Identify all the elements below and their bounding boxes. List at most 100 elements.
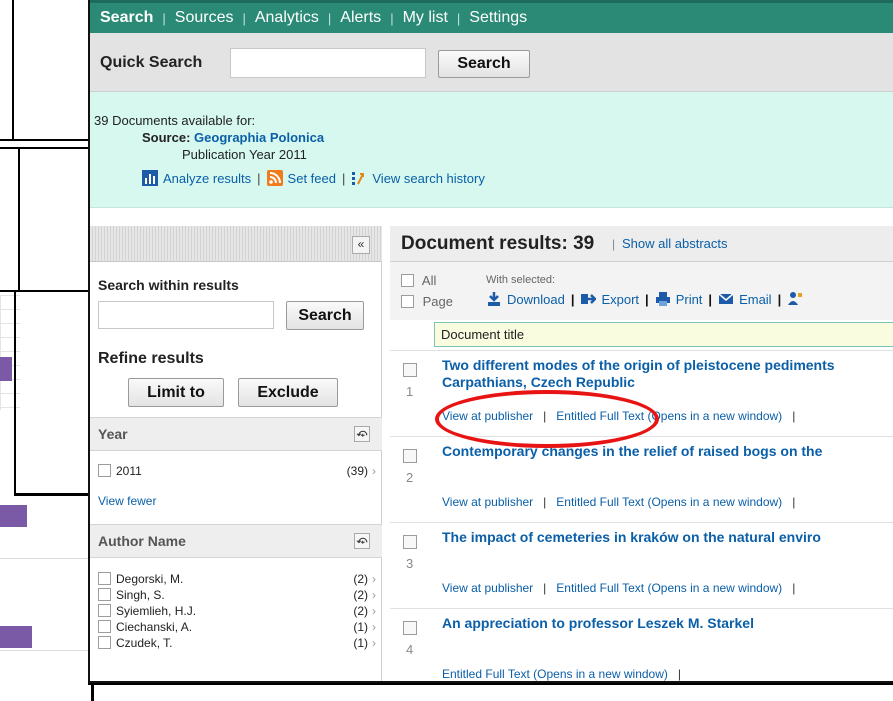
document-title-column[interactable]: Document title — [434, 322, 893, 347]
nav-alerts[interactable]: Alerts — [340, 9, 381, 27]
refine-sidebar: « Search within results Search Refine re… — [90, 226, 382, 681]
document-title-link[interactable]: Contemporary changes in the relief of ra… — [442, 443, 893, 460]
sidebar-header: « — [90, 226, 382, 262]
bg-purple-bar — [0, 626, 32, 648]
document-links: View at publisher | Entitled Full Text (Op… — [442, 581, 805, 595]
nav-analytics[interactable]: Analytics — [255, 9, 319, 27]
search-info-panel: 39 Documents available for: Source: Geog… — [90, 92, 893, 208]
rss-feed-icon[interactable] — [266, 170, 283, 186]
select-all[interactable]: All — [401, 273, 436, 288]
collapse-sidebar-button[interactable]: « — [352, 236, 370, 254]
bulk-actions: Download | Export | Print | Email | — [486, 291, 808, 307]
result-row: 4 An appreciation to professor Leszek M.… — [390, 608, 893, 681]
search-within-button[interactable]: Search — [286, 301, 364, 330]
year-facet-title: Year — [98, 426, 128, 442]
view-at-publisher-link[interactable]: View at publisher — [442, 495, 533, 509]
quick-search-button[interactable]: Search — [438, 50, 530, 78]
email-icon[interactable] — [718, 291, 734, 307]
view-at-publisher-link[interactable]: View at publisher — [442, 581, 533, 595]
chevron-right-icon[interactable]: › — [372, 572, 376, 586]
view-at-publisher-link[interactable]: View at publisher — [442, 409, 533, 423]
facet-item[interactable]: Syiemlieh, H.J. (2) › — [98, 604, 376, 618]
download-icon[interactable] — [486, 291, 502, 307]
view-fewer-link[interactable]: View fewer — [98, 494, 156, 508]
document-title-link[interactable]: The impact of cemeteries in kraków on th… — [442, 529, 893, 546]
chevron-right-icon[interactable]: › — [372, 636, 376, 650]
full-text-link[interactable]: Entitled Full Text (Opens in a new windo… — [556, 495, 782, 509]
chevron-right-icon[interactable]: › — [372, 604, 376, 618]
search-history-icon[interactable] — [351, 170, 367, 186]
bg-separator — [0, 558, 88, 559]
author-facet-header[interactable]: Author Name ⤽ — [90, 524, 382, 558]
separator: | — [777, 291, 782, 307]
facet-item[interactable]: Singh, S. (2) › — [98, 588, 376, 602]
separator: | — [677, 667, 682, 681]
facet-checkbox[interactable] — [98, 604, 111, 617]
select-all-checkbox[interactable] — [401, 274, 414, 287]
export-icon[interactable] — [580, 291, 598, 307]
chevron-right-icon[interactable]: › — [372, 464, 376, 478]
limit-to-button[interactable]: Limit to — [128, 378, 224, 407]
view-search-history-link[interactable]: View search history — [372, 171, 484, 186]
chevron-right-icon[interactable]: › — [372, 620, 376, 634]
separator: | — [708, 291, 713, 307]
print-icon[interactable] — [655, 291, 671, 307]
facet-count: (1) — [353, 620, 368, 634]
bg-border-line — [14, 493, 88, 496]
print-link[interactable]: Print — [676, 292, 703, 307]
author-facet-title: Author Name — [98, 533, 186, 549]
select-page[interactable]: Page — [401, 294, 453, 309]
facet-item[interactable]: Degorski, M. (2) › — [98, 572, 376, 586]
search-within-input[interactable] — [98, 301, 274, 329]
facet-checkbox[interactable] — [98, 464, 111, 477]
row-number: 1 — [406, 384, 414, 399]
row-checkbox[interactable] — [403, 621, 417, 635]
document-title-link[interactable]: An appreciation to professor Leszek M. S… — [442, 615, 893, 632]
analyze-results-link[interactable]: Analyze results — [163, 171, 251, 186]
row-number: 2 — [406, 470, 414, 485]
collapse-facet-icon[interactable]: ⤽ — [354, 426, 370, 442]
chevron-right-icon[interactable]: › — [372, 588, 376, 602]
exclude-button[interactable]: Exclude — [238, 378, 338, 407]
facet-item[interactable]: Ciechanski, A. (1) › — [98, 620, 376, 634]
export-link[interactable]: Export — [601, 292, 639, 307]
facet-checkbox[interactable] — [98, 636, 111, 649]
set-feed-link[interactable]: Set feed — [288, 171, 336, 186]
document-results: Document results: 39 | Show all abstract… — [390, 226, 893, 681]
facet-checkbox[interactable] — [98, 572, 111, 585]
facet-count: (1) — [353, 636, 368, 650]
full-text-link[interactable]: Entitled Full Text (Opens in a new windo… — [442, 667, 668, 681]
facet-count: (2) — [353, 604, 368, 618]
full-text-link[interactable]: Entitled Full Text (Opens in a new windo… — [556, 409, 782, 423]
download-link[interactable]: Download — [507, 292, 565, 307]
full-text-link[interactable]: Entitled Full Text (Opens in a new windo… — [556, 581, 782, 595]
facet-checkbox[interactable] — [98, 620, 111, 633]
facet-item[interactable]: 2011 (39) › — [98, 464, 376, 478]
nav-separator: | — [162, 10, 166, 26]
result-row: 2 Contemporary changes in the relief of … — [390, 436, 893, 522]
publication-year: Publication Year 2011 — [182, 147, 307, 162]
nav-my-list[interactable]: My list — [403, 9, 448, 27]
bar-chart-icon[interactable] — [142, 170, 158, 186]
results-header: Document results: 39 | Show all abstract… — [390, 226, 893, 262]
facet-item[interactable]: Czudek, T. (1) › — [98, 636, 376, 650]
email-link[interactable]: Email — [739, 292, 772, 307]
nav-settings[interactable]: Settings — [469, 9, 527, 27]
nav-sources[interactable]: Sources — [175, 9, 234, 27]
quick-search-input[interactable] — [230, 48, 426, 78]
row-checkbox[interactable] — [403, 449, 417, 463]
row-checkbox[interactable] — [403, 535, 417, 549]
facet-checkbox[interactable] — [98, 588, 111, 601]
separator: | — [570, 291, 575, 307]
result-row: 1 Two different modes of the origin of p… — [390, 350, 893, 436]
select-page-checkbox[interactable] — [401, 295, 414, 308]
bg-purple-bar — [0, 357, 12, 381]
row-checkbox[interactable] — [403, 363, 417, 377]
year-facet-header[interactable]: Year ⤽ — [90, 417, 382, 451]
show-all-abstracts-link[interactable]: Show all abstracts — [622, 236, 728, 251]
add-to-list-icon[interactable] — [787, 291, 803, 307]
collapse-facet-icon[interactable]: ⤽ — [354, 533, 370, 549]
nav-search[interactable]: Search — [100, 9, 153, 27]
document-title-link[interactable]: Two different modes of the origin of ple… — [442, 357, 893, 391]
top-navigation: Search | Sources | Analytics | Alerts | … — [90, 0, 893, 33]
